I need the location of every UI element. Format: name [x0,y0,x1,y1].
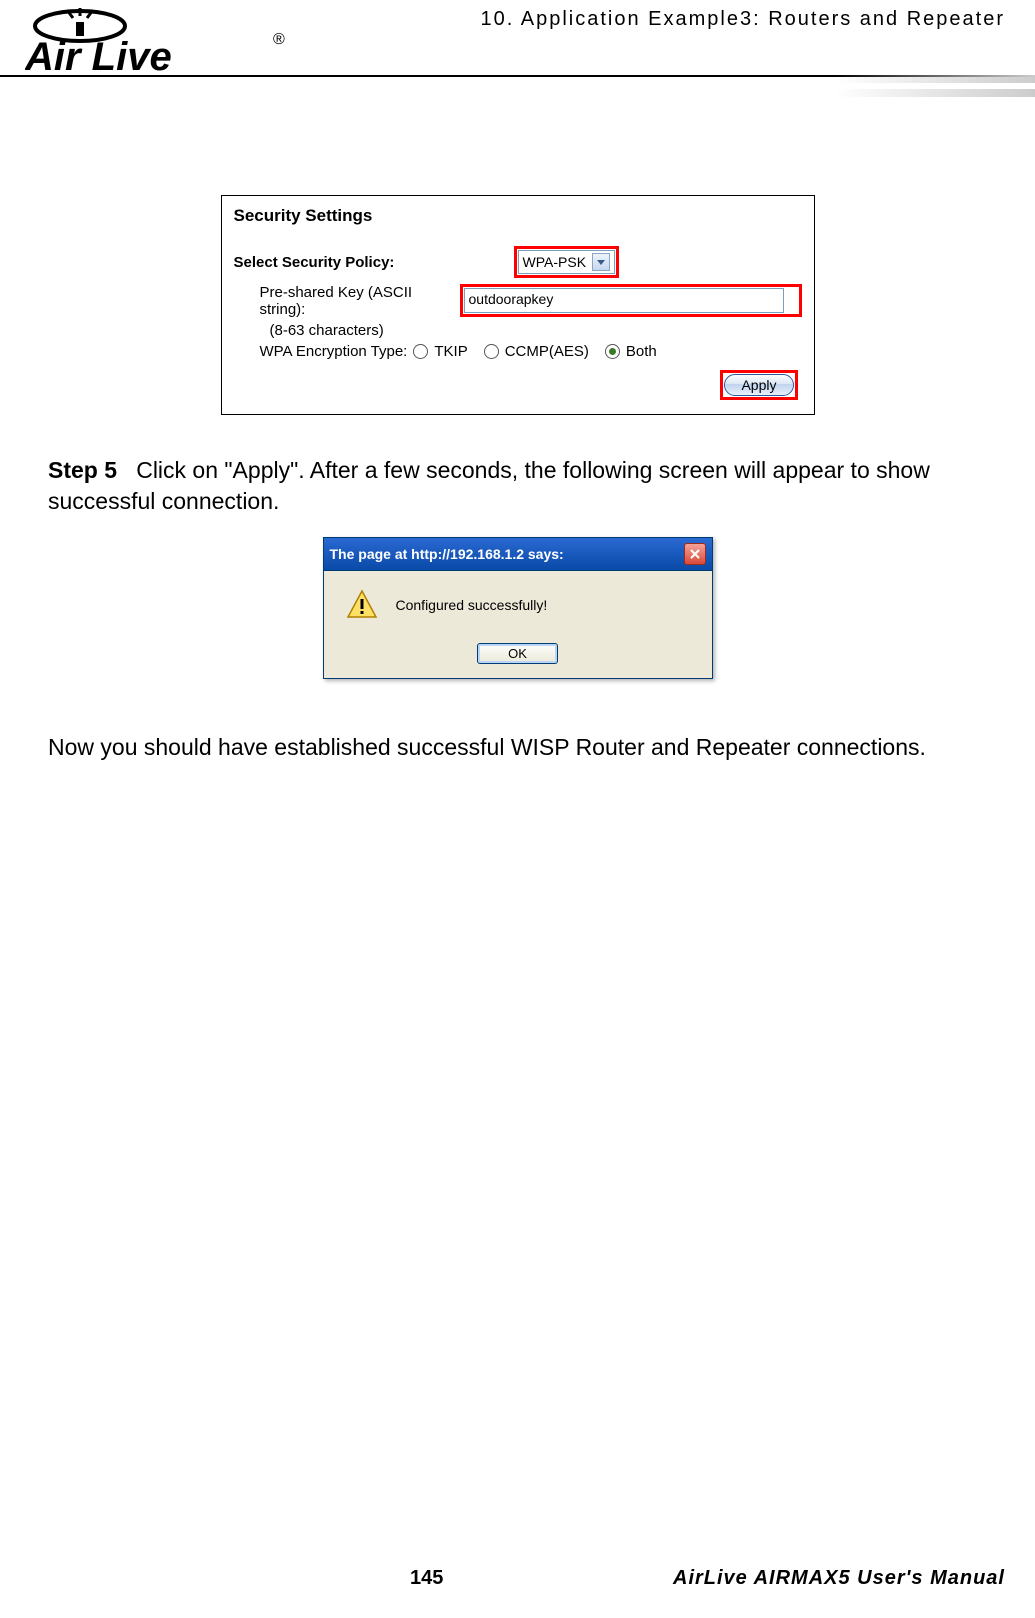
svg-text:Air Live: Air Live [25,35,172,78]
ccmp-radio[interactable] [484,344,499,359]
chapter-title: 10. Application Example3: Routers and Re… [481,8,1006,31]
psk-input[interactable]: outdoorapkey [464,288,784,313]
highlight-box: outdoorapkey [460,284,802,317]
dialog-title-text: The page at http://192.168.1.2 says: [330,546,564,562]
ccmp-label: CCMP(AES) [505,343,589,360]
dialog-titlebar: The page at http://192.168.1.2 says: [324,538,712,571]
warning-icon [346,589,378,621]
conclusion-text: Now you should have established successf… [48,734,987,761]
enc-type-label: WPA Encryption Type: [260,343,408,360]
step5-label: Step 5 [48,457,117,483]
page-header: 10. Application Example3: Routers and Re… [0,0,1035,115]
confirmation-dialog-screenshot: The page at http://192.168.1.2 says: Con… [323,537,713,679]
header-decoration [835,75,1035,103]
security-settings-screenshot: Security Settings Select Security Policy… [221,195,815,415]
svg-text:®: ® [273,31,285,48]
security-settings-title: Security Settings [234,206,802,226]
page-number: 145 [410,1567,443,1590]
page-footer: 145 AirLive AIRMAX5 User's Manual [0,1567,1035,1590]
step5-text: Click on "Apply". After a few seconds, t… [48,457,930,514]
both-label: Both [626,343,657,360]
tkip-label: TKIP [434,343,467,360]
security-policy-value: WPA-PSK [523,254,587,270]
psk-hint: (8-63 characters) [234,322,802,339]
highlight-box: WPA-PSK [514,246,620,278]
select-policy-label: Select Security Policy: [234,254,514,271]
close-icon[interactable] [684,543,706,565]
chevron-down-icon[interactable] [592,253,610,271]
psk-label: Pre-shared Key (ASCII string): [234,284,460,318]
tkip-radio[interactable] [413,344,428,359]
doc-title: AirLive AIRMAX5 User's Manual [673,1567,1005,1590]
airlive-logo: Air Live ® [25,8,295,78]
security-policy-select[interactable]: WPA-PSK [518,250,616,274]
highlight-box: Apply [720,370,797,400]
dialog-message: Configured successfully! [396,597,548,613]
step5-paragraph: Step 5 Click on "Apply". After a few sec… [48,455,987,517]
ok-button[interactable]: OK [477,643,558,664]
both-radio[interactable] [605,344,620,359]
apply-button[interactable]: Apply [724,374,793,396]
psk-value: outdoorapkey [469,291,554,307]
